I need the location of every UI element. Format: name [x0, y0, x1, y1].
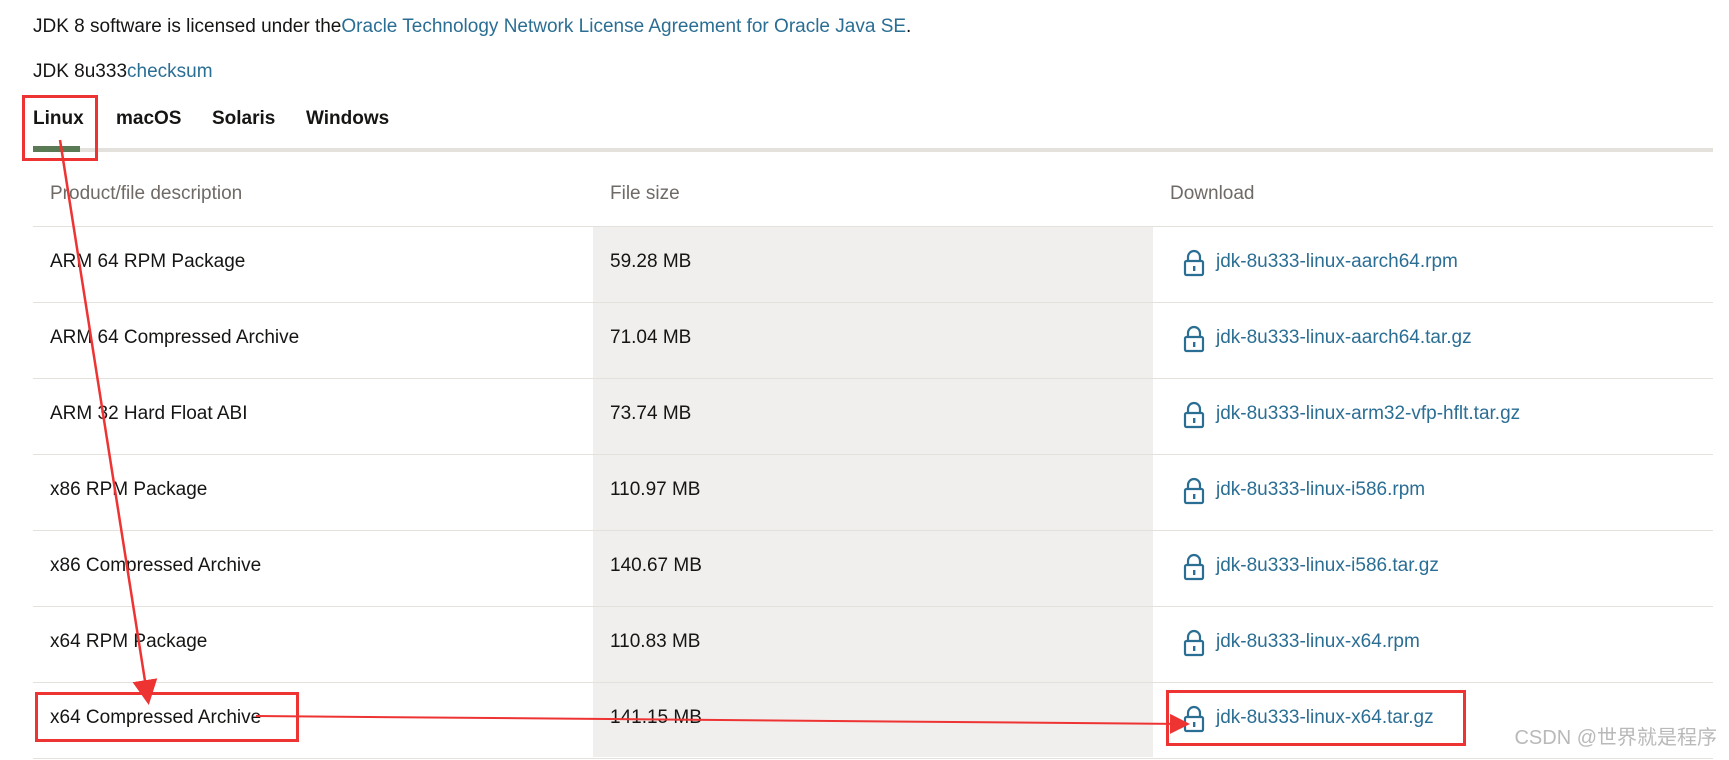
arrow-row-to-download [255, 713, 1190, 734]
arrow-tab-to-row [58, 139, 158, 705]
watermark: CSDN @世界就是程序 [1514, 727, 1717, 749]
annotation-arrows [58, 139, 1190, 734]
